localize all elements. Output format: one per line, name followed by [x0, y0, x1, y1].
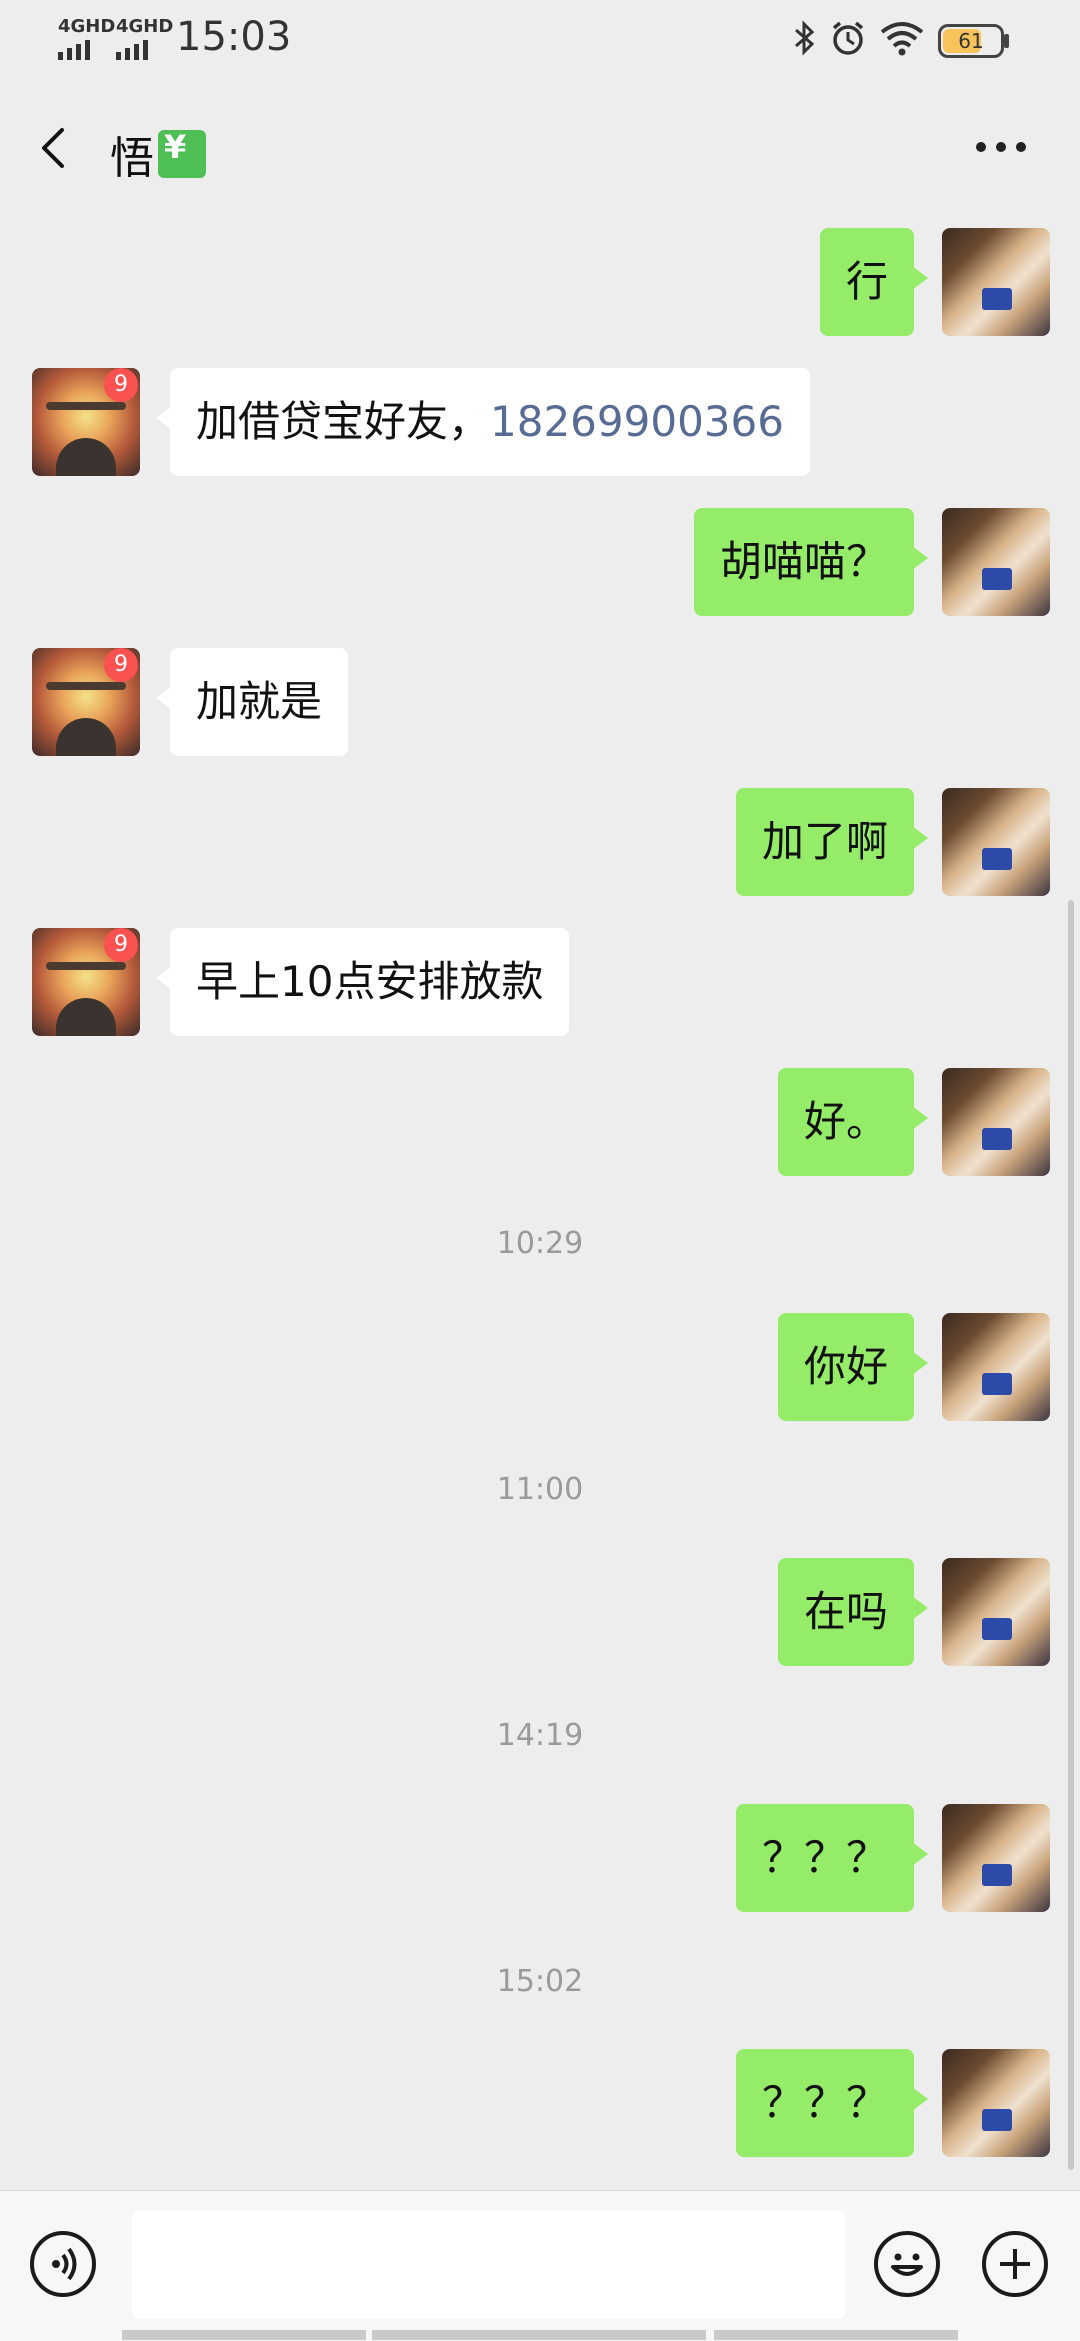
my-message-bubble[interactable]: ？？？: [735, 2049, 929, 2157]
emoji-icon[interactable]: [874, 2231, 940, 2297]
my-avatar[interactable]: [942, 1068, 1050, 1176]
chat-header: 悟 ¥: [0, 84, 1080, 212]
my-message-bubble[interactable]: ？？？: [735, 1804, 929, 1912]
voice-icon[interactable]: [30, 2231, 96, 2297]
keyboard-hint-bar: [714, 2330, 958, 2340]
timestamp: 14:19: [496, 1718, 584, 1753]
my-avatar[interactable]: [942, 788, 1050, 896]
chat-title: 悟 ¥: [110, 122, 206, 186]
my-message-bubble[interactable]: 行: [819, 228, 929, 336]
battery-level: 61: [958, 29, 984, 53]
my-avatar[interactable]: [942, 2049, 1050, 2157]
contact-name: 悟: [110, 133, 154, 184]
unread-badge: 9: [104, 928, 138, 962]
contact-message-bubble[interactable]: 早上10点安排放款: [155, 928, 570, 1036]
status-bar: 4GHD 4GHD 15:03 61: [0, 0, 1080, 84]
my-message-bubble[interactable]: 在吗: [777, 1558, 929, 1666]
my-avatar[interactable]: [942, 508, 1050, 616]
my-avatar[interactable]: [942, 228, 1050, 336]
signal-label-2: 4GHD: [116, 16, 174, 37]
my-message-bubble[interactable]: 加了啊: [735, 788, 929, 896]
alarm-icon: [832, 21, 864, 55]
more-dots-icon[interactable]: [976, 142, 1026, 152]
cell-signal-2: 4GHD: [116, 18, 173, 60]
my-message-bubble[interactable]: 好。: [777, 1068, 929, 1176]
timestamp: 10:29: [496, 1226, 584, 1261]
my-message-bubble[interactable]: 你好: [777, 1313, 929, 1421]
my-avatar[interactable]: [942, 1313, 1050, 1421]
timestamp: 15:02: [496, 1964, 584, 1999]
bluetooth-icon: [795, 20, 815, 56]
unread-badge: 9: [104, 648, 138, 682]
contact-message-bubble[interactable]: 加就是: [155, 648, 349, 756]
timestamp: 11:00: [496, 1472, 584, 1507]
back-arrow-icon[interactable]: [28, 120, 84, 176]
keyboard-hint-bar: [372, 2330, 706, 2340]
battery-icon: 61: [938, 24, 1004, 58]
keyboard-hint-bar: [122, 2330, 366, 2340]
signal-label-1: 4GHD: [58, 16, 116, 37]
my-message-bubble[interactable]: 胡喵喵？: [693, 508, 929, 616]
unread-badge: 9: [104, 368, 138, 402]
my-avatar[interactable]: [942, 1558, 1050, 1666]
my-avatar[interactable]: [942, 1804, 1050, 1912]
phone-number-link[interactable]: 18269900366: [490, 397, 784, 446]
contact-message-bubble[interactable]: 加借贷宝好友，18269900366: [156, 368, 810, 476]
plus-icon[interactable]: [982, 2231, 1048, 2297]
money-chart-emoji-icon: ¥: [158, 128, 206, 178]
cell-signal-1: 4GHD: [58, 18, 115, 60]
input-bar: [0, 2190, 1080, 2341]
emoji-glyph: ¥: [164, 128, 187, 166]
message-text: 加借贷宝好友，: [196, 397, 491, 446]
status-time: 15:03: [176, 14, 292, 60]
wifi-icon: [880, 22, 924, 56]
message-input[interactable]: [132, 2211, 846, 2319]
scrollbar[interactable]: [1068, 900, 1074, 2170]
